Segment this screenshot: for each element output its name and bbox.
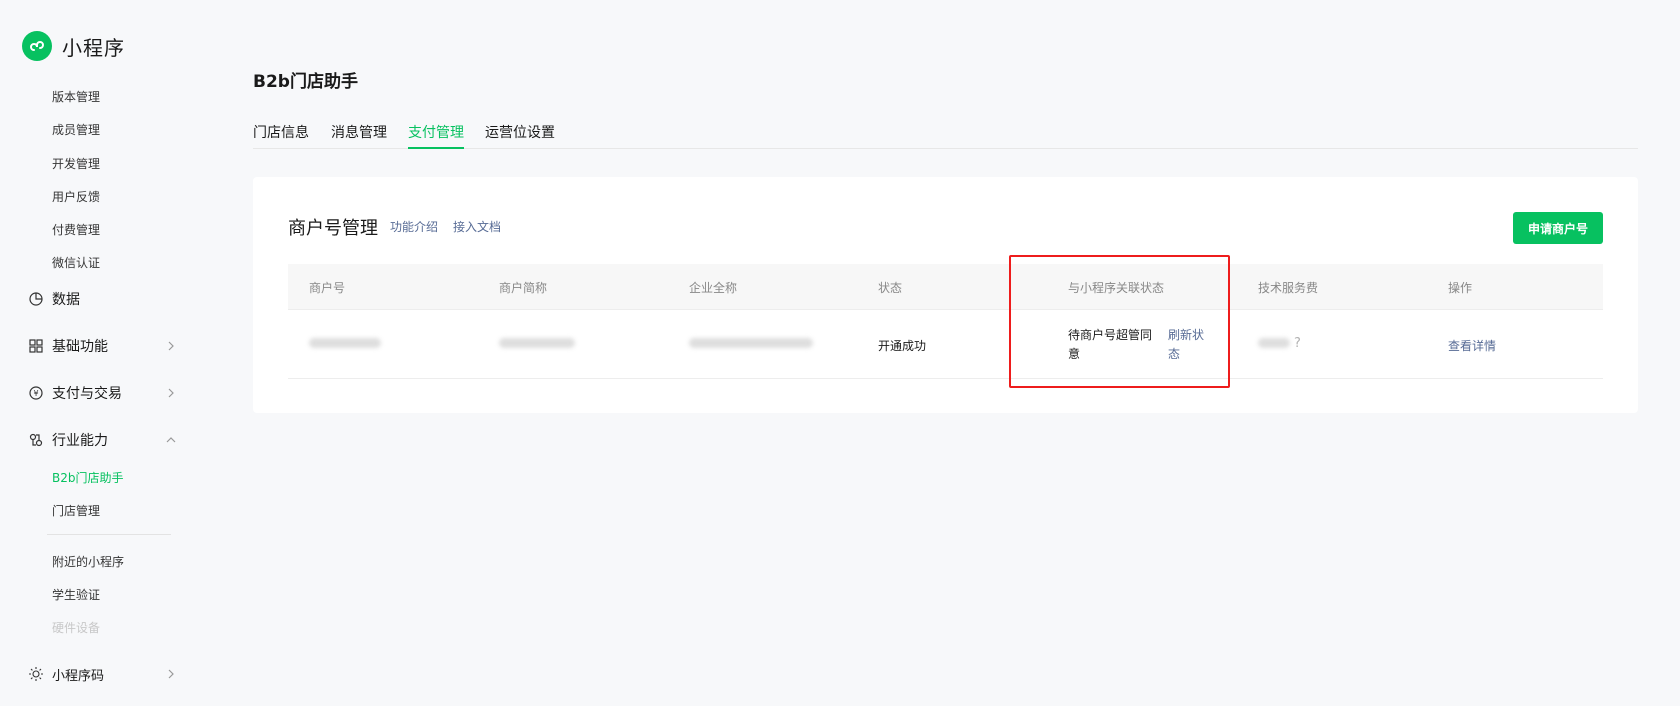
merchant-card: 商户号管理 功能介绍 接入文档 申请商户号 商户号 商户简称 企业全称 状态 与… bbox=[253, 177, 1638, 413]
card-title: 商户号管理 bbox=[288, 218, 378, 239]
tab-bar: 门店信息 消息管理 支付管理 运营位设置 bbox=[253, 122, 1638, 149]
sidebar: 小程序 版本管理 成员管理 开发管理 用户反馈 付费管理 微信认证 数据 基础功… bbox=[0, 0, 196, 706]
feature-intro-link[interactable]: 功能介绍 bbox=[390, 218, 438, 235]
sidebar-group-qrcode[interactable]: 小程序码 bbox=[28, 662, 178, 686]
tab-operation-slots[interactable]: 运营位设置 bbox=[485, 122, 555, 149]
sidebar-item-student-verify[interactable]: 学生验证 bbox=[52, 586, 100, 603]
relation-status-line: 意 bbox=[1068, 347, 1081, 361]
chevron-right-icon bbox=[168, 341, 174, 351]
redacted-merchant-id bbox=[309, 338, 381, 348]
yuan-icon: ¥ bbox=[28, 385, 44, 401]
page-title: B2b门店助手 bbox=[253, 72, 358, 92]
redacted-service-fee bbox=[1258, 338, 1290, 348]
sidebar-item-version[interactable]: 版本管理 bbox=[52, 88, 100, 105]
sidebar-group-basic[interactable]: 基础功能 bbox=[28, 334, 178, 358]
relation-status: 待商户号超管同 意 bbox=[1068, 326, 1152, 364]
svg-text:¥: ¥ bbox=[33, 389, 38, 398]
sun-icon bbox=[28, 666, 44, 682]
sidebar-item-verification[interactable]: 微信认证 bbox=[52, 254, 100, 271]
tab-messages[interactable]: 消息管理 bbox=[331, 122, 387, 149]
integration-doc-link[interactable]: 接入文档 bbox=[453, 218, 501, 235]
sidebar-item-b2b-store[interactable]: B2b门店助手 bbox=[52, 469, 124, 486]
chevron-up-icon bbox=[166, 437, 176, 443]
table-row: 开通成功 待商户号超管同 意 刷新状 态 ? 查看详情 bbox=[288, 310, 1603, 379]
apply-merchant-button[interactable]: 申请商户号 bbox=[1513, 212, 1603, 244]
sidebar-group-industry[interactable]: 行业能力 bbox=[28, 428, 178, 452]
column-header: 操作 bbox=[1448, 281, 1473, 295]
redacted-company-name bbox=[689, 338, 813, 348]
sidebar-group-label: 支付与交易 bbox=[52, 386, 122, 402]
column-header: 技术服务费 bbox=[1258, 281, 1319, 295]
sidebar-item-feedback[interactable]: 用户反馈 bbox=[52, 188, 100, 205]
sidebar-item-billing[interactable]: 付费管理 bbox=[52, 221, 100, 238]
sidebar-group-label: 基础功能 bbox=[52, 339, 108, 355]
column-header: 商户号 bbox=[309, 281, 346, 295]
column-header: 商户简称 bbox=[499, 281, 548, 295]
table-header: 商户号 商户简称 企业全称 状态 与小程序关联状态 技术服务费 操作 bbox=[288, 264, 1603, 310]
redacted-merchant-short-name bbox=[499, 338, 575, 348]
app-title: 小程序 bbox=[62, 35, 125, 60]
sidebar-item-dev[interactable]: 开发管理 bbox=[52, 155, 100, 172]
sidebar-item-members[interactable]: 成员管理 bbox=[52, 121, 100, 138]
chevron-right-icon bbox=[168, 388, 174, 398]
industry-icon bbox=[28, 432, 44, 448]
merchant-table: 商户号 商户简称 企业全称 状态 与小程序关联状态 技术服务费 操作 开通成功 … bbox=[288, 264, 1603, 379]
chevron-right-icon bbox=[168, 669, 174, 679]
tab-store-info[interactable]: 门店信息 bbox=[253, 122, 309, 149]
sidebar-group-label: 小程序码 bbox=[52, 668, 105, 684]
column-header: 企业全称 bbox=[689, 281, 738, 295]
sidebar-divider bbox=[47, 534, 171, 535]
refresh-status-line: 态 bbox=[1168, 347, 1181, 361]
sidebar-item-store-management[interactable]: 门店管理 bbox=[52, 502, 100, 519]
sidebar-group-label: 数据 bbox=[52, 292, 80, 308]
grid-icon bbox=[28, 338, 44, 354]
tab-payment[interactable]: 支付管理 bbox=[408, 122, 464, 149]
column-header: 与小程序关联状态 bbox=[1068, 281, 1165, 295]
mini-program-logo-icon bbox=[22, 31, 52, 61]
sidebar-group-payment[interactable]: ¥ 支付与交易 bbox=[28, 381, 178, 405]
status-text: 开通成功 bbox=[878, 339, 927, 353]
sidebar-item-hardware[interactable]: 硬件设备 bbox=[52, 619, 100, 636]
refresh-status-link[interactable]: 刷新状 态 bbox=[1168, 326, 1204, 364]
refresh-status-line: 刷新状 bbox=[1168, 328, 1205, 342]
column-header: 状态 bbox=[878, 281, 903, 295]
sidebar-group-data[interactable]: 数据 bbox=[28, 287, 178, 311]
pie-chart-icon bbox=[28, 291, 44, 307]
sidebar-item-nearby[interactable]: 附近的小程序 bbox=[52, 553, 124, 570]
sidebar-group-label: 行业能力 bbox=[52, 433, 108, 449]
help-icon[interactable]: ? bbox=[1294, 336, 1301, 351]
view-details-link[interactable]: 查看详情 bbox=[1448, 337, 1496, 354]
relation-status-line: 待商户号超管同 bbox=[1068, 328, 1153, 342]
app-logo[interactable]: 小程序 bbox=[22, 31, 125, 61]
